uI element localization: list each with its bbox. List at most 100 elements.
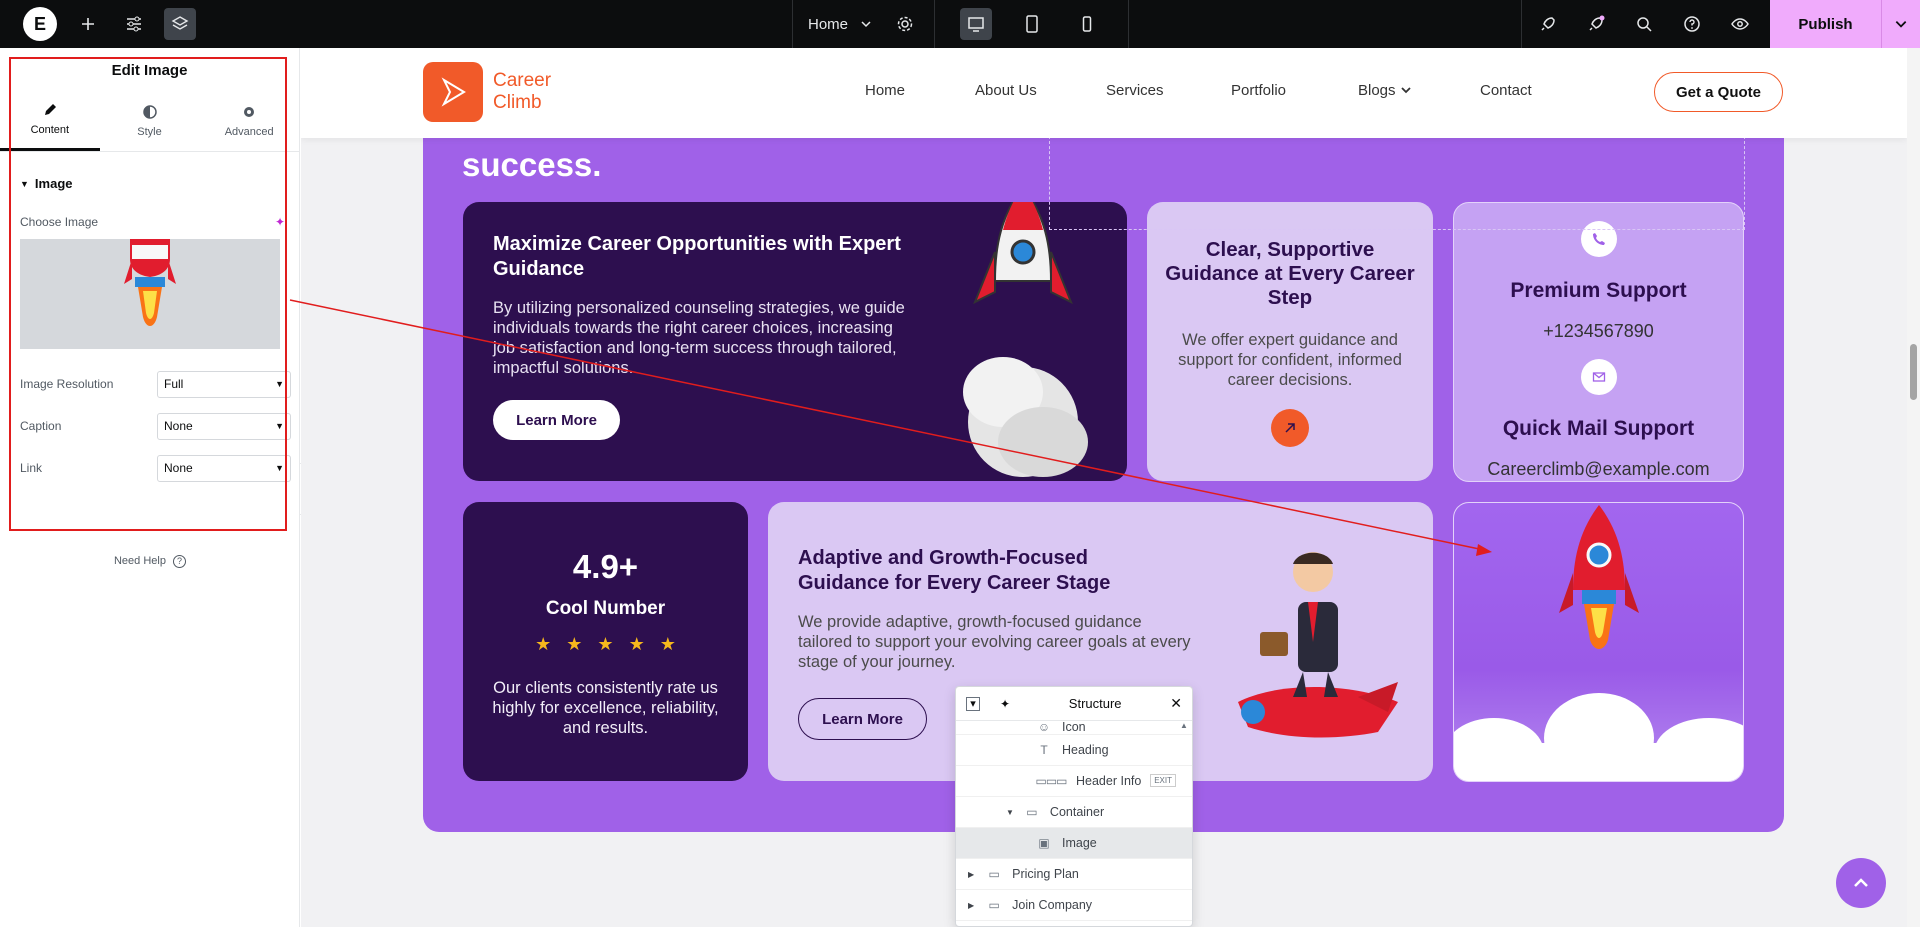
structure-item-pricing-plan[interactable]: ▶ ▭ Pricing Plan xyxy=(956,859,1192,890)
structure-item-label: Join Company xyxy=(1012,898,1093,912)
tablet-view-button[interactable] xyxy=(1016,8,1048,40)
add-element-button[interactable] xyxy=(72,8,104,40)
heading-icon: T xyxy=(1040,743,1048,757)
structure-item-join-company[interactable]: ▶ ▭ Join Company xyxy=(956,890,1192,921)
learn-more-button[interactable]: Learn More xyxy=(493,400,620,440)
learn-more-button[interactable]: Learn More xyxy=(798,698,927,740)
nav-about-us[interactable]: About Us xyxy=(975,82,1106,99)
page-selector[interactable]: Home xyxy=(808,0,872,48)
support-phone[interactable]: +1234567890 xyxy=(1454,321,1743,342)
structure-button[interactable] xyxy=(164,8,196,40)
card-body: We provide adaptive, growth-focused guid… xyxy=(798,613,1191,671)
get-a-quote-button[interactable]: Get a Quote xyxy=(1654,72,1783,112)
whats-new-button[interactable] xyxy=(1580,8,1612,40)
eye-icon xyxy=(1731,18,1749,30)
structure-item-container[interactable]: ▼ ▭ Container xyxy=(956,797,1192,828)
ai-sparkle-icon[interactable]: ✦ xyxy=(1000,697,1010,711)
caret-down-icon: ▼ xyxy=(20,178,29,189)
tab-content[interactable]: Content xyxy=(0,90,100,151)
need-help-label: Need Help xyxy=(113,555,166,567)
rating-number: 4.9+ xyxy=(572,548,639,585)
support-card: Premium Support +1234567890 Quick Mail S… xyxy=(1453,202,1744,482)
nav-contact[interactable]: Contact xyxy=(1480,82,1532,99)
gear-icon xyxy=(244,106,255,117)
image-resolution-select[interactable]: Full ▼ xyxy=(157,370,291,398)
nav-portfolio[interactable]: Portfolio xyxy=(1231,82,1358,99)
preview-button[interactable] xyxy=(1724,8,1756,40)
caption-select[interactable]: None ▼ xyxy=(157,412,291,440)
play-arrow-icon xyxy=(441,77,466,107)
caret-down-icon: ▼ xyxy=(275,421,284,431)
tab-style[interactable]: Style xyxy=(100,90,200,151)
empty-widget-placeholder[interactable] xyxy=(1049,136,1745,230)
desktop-icon xyxy=(968,17,984,32)
canvas-scrollbar[interactable] xyxy=(1907,48,1920,927)
structure-scroll-up-icon[interactable]: ▲ xyxy=(1180,721,1188,730)
page-settings-button[interactable] xyxy=(889,8,921,40)
plus-icon xyxy=(82,18,94,30)
controls-group: Image Resolution Full ▼ Caption None ▼ L… xyxy=(0,363,299,489)
caret-right-icon[interactable]: ▶ xyxy=(968,870,974,879)
selected-image-widget[interactable] xyxy=(1453,502,1744,782)
contrast-icon xyxy=(142,104,157,119)
mobile-icon xyxy=(1082,16,1092,32)
caret-right-icon[interactable]: ▶ xyxy=(968,901,974,910)
header-info-icon: ▭▭▭ xyxy=(1035,774,1068,788)
card-body: By utilizing personalized counseling str… xyxy=(493,299,905,377)
tablet-icon xyxy=(1026,15,1038,33)
divider xyxy=(1128,0,1129,48)
container-icon: ▭ xyxy=(988,867,1000,881)
arrow-link-button[interactable] xyxy=(1271,409,1309,447)
tab-label: Content xyxy=(30,124,70,136)
ai-sparkle-icon[interactable]: ✦ xyxy=(275,215,285,229)
nav-blogs-label: Blogs xyxy=(1358,82,1396,99)
need-help-link[interactable]: Need Help ? xyxy=(0,555,300,568)
logo-text[interactable]: Career Climb xyxy=(493,70,551,114)
elementor-logo-icon[interactable]: E xyxy=(23,7,57,41)
help-icon: ? xyxy=(173,555,187,568)
publish-button[interactable]: Publish xyxy=(1770,0,1881,48)
supportive-guidance-card: Clear, Supportive Guidance at Every Care… xyxy=(1147,202,1433,481)
site-settings-button[interactable] xyxy=(118,8,150,40)
caret-down-icon[interactable]: ▼ xyxy=(1006,808,1014,817)
tab-advanced[interactable]: Advanced xyxy=(199,90,299,151)
caret-down-icon: ▼ xyxy=(275,379,284,389)
main-nav: Home About Us Services Portfolio Blogs C… xyxy=(865,82,1532,99)
scrollbar-thumb[interactable] xyxy=(1910,344,1917,400)
exit-badge[interactable]: EXIT xyxy=(1150,774,1176,787)
logo-line-1: Career xyxy=(493,70,552,91)
pencil-icon xyxy=(44,104,56,115)
launchpad-button[interactable] xyxy=(1532,8,1564,40)
rocket-image xyxy=(124,239,176,326)
caption-control: Caption None ▼ xyxy=(0,405,299,447)
career-opportunities-card: Maximize Career Opportunities with Exper… xyxy=(463,202,1127,481)
tab-label: Advanced xyxy=(224,125,274,138)
close-icon[interactable]: ✕ xyxy=(1170,695,1182,712)
nav-blogs[interactable]: Blogs xyxy=(1358,82,1480,99)
structure-item-header-info[interactable]: ▭▭▭ Header Info EXIT xyxy=(956,766,1192,797)
container-icon: ▭ xyxy=(988,898,1000,912)
rating-label: Cool Number xyxy=(545,598,666,619)
nav-home[interactable]: Home xyxy=(865,82,975,99)
link-select[interactable]: None ▼ xyxy=(157,454,291,482)
card-title: Adaptive and Growth-Focused Guidance for… xyxy=(798,547,1111,594)
collapse-all-icon[interactable]: ▾ xyxy=(966,696,980,711)
structure-item-image[interactable]: ▣ Image xyxy=(956,828,1192,859)
chevron-down-icon xyxy=(1895,21,1907,28)
career-climb-logo-icon[interactable] xyxy=(423,62,483,122)
structure-item-icon[interactable]: ☺ Icon xyxy=(956,721,1192,735)
mobile-view-button[interactable] xyxy=(1071,8,1103,40)
image-preview[interactable] xyxy=(20,239,280,349)
structure-item-heading[interactable]: T Heading xyxy=(956,735,1192,766)
nav-services[interactable]: Services xyxy=(1106,82,1231,99)
search-button[interactable] xyxy=(1628,8,1660,40)
star-icon: ★ xyxy=(535,634,552,654)
publish-options-button[interactable] xyxy=(1881,0,1920,48)
sliders-icon xyxy=(127,16,141,32)
desktop-view-button[interactable] xyxy=(960,8,992,40)
help-button[interactable] xyxy=(1676,8,1708,40)
star-icon: ★ xyxy=(597,634,614,654)
support-email[interactable]: Careerclimb@example.com xyxy=(1454,459,1743,480)
scroll-to-top-button[interactable] xyxy=(1836,858,1886,908)
section-toggle-image[interactable]: ▼ Image xyxy=(0,152,299,191)
